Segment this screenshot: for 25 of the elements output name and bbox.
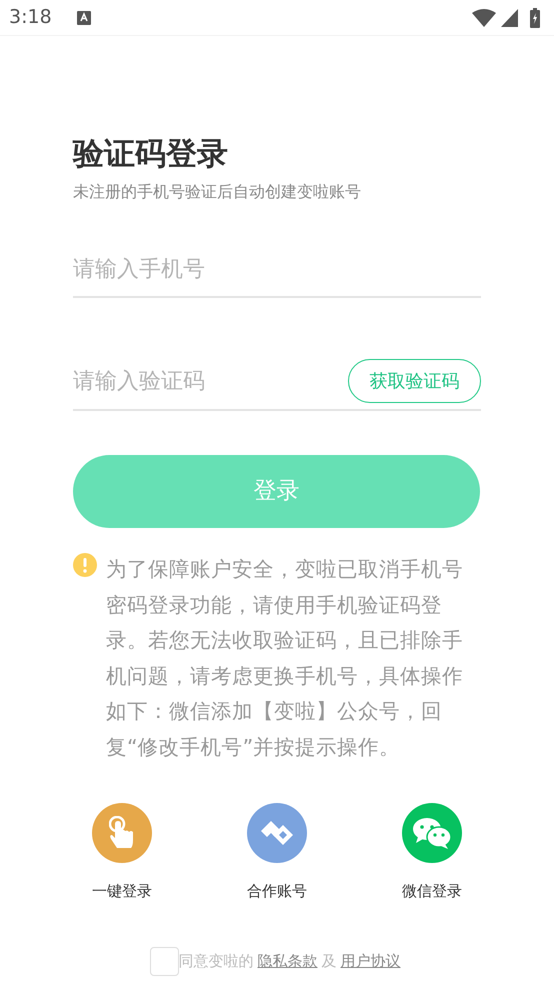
login-option[interactable]: 微信登录 [372,803,492,902]
keyboard-notification-icon [76,10,91,24]
login-option-label: 一键登录 [92,881,152,902]
login-option-label: 合作账号 [247,881,307,902]
clock: 3:18 [9,5,52,30]
login-option-label: 微信登录 [402,881,462,902]
terms-link[interactable]: 用户协议 [340,950,400,972]
signal-icon [501,8,518,26]
notice-text: 为了保障账户安全，变啦已取消手机号密码登录功能，请使用手机验证码登录。若您无法收取验证码，且已排除手机问题，请考虑更换手机号，具体操作如下：微信添加【变啦】公众号，回复“修改手机号”并按提示操作。 [106,556,464,760]
code-input[interactable]: 请输入验证码 [73,364,348,398]
login-option[interactable]: 合作账号 [217,803,337,902]
chat-bubbles-icon [412,817,452,849]
warning-icon [73,553,97,577]
privacy-link[interactable]: 隐私条款 [258,950,318,972]
phone-input[interactable]: 请输入手机号 [73,252,481,286]
get-code-button[interactable]: 获取验证码 [348,359,481,403]
wifi-icon [472,8,496,26]
subtitle: 未注册的手机号验证后自动创建变啦账号 [73,181,362,203]
conjunction-text: 及 [322,950,336,972]
battery-icon [530,8,540,28]
login-option[interactable]: 一键登录 [62,803,182,902]
page-title: 验证码登录 [73,135,229,174]
agree-checkbox[interactable] [150,946,178,976]
agreement-text: 同意变啦的 [178,950,254,972]
pointing-hand-icon [109,816,135,850]
